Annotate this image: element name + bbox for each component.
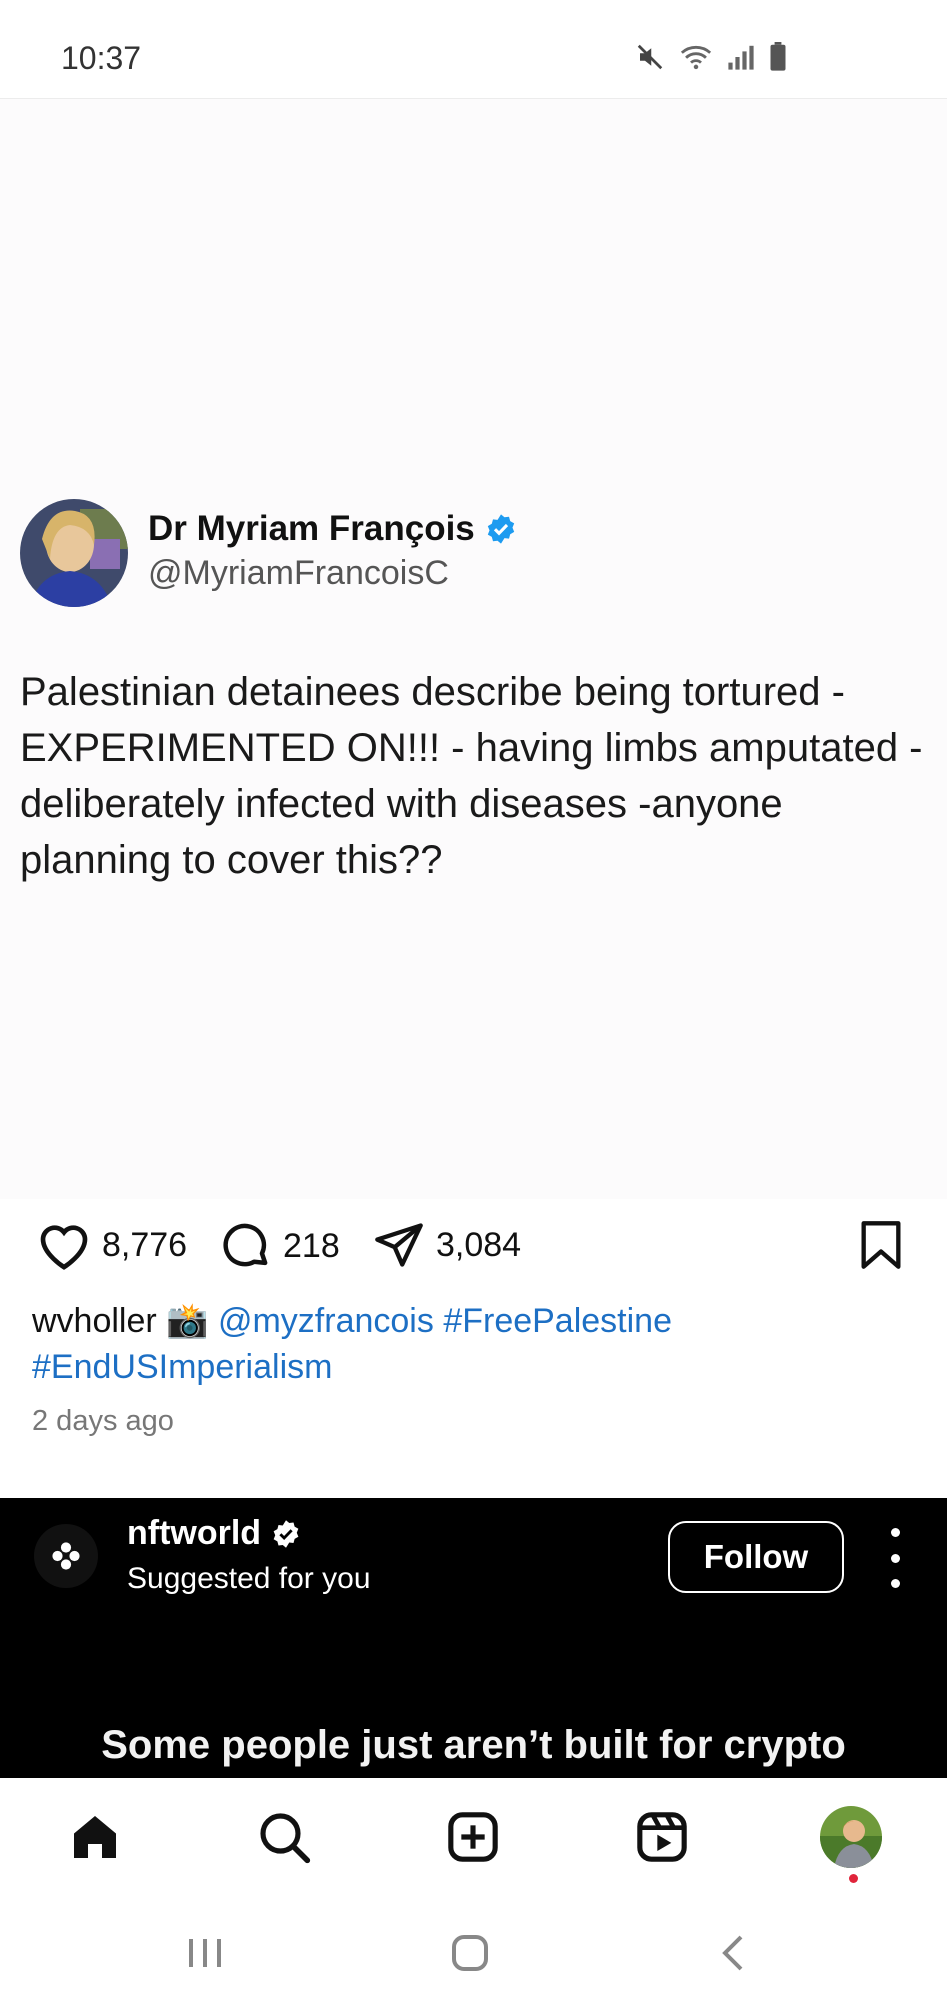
- share-count: 3,084: [436, 1225, 522, 1264]
- like-count: 8,776: [102, 1225, 188, 1264]
- author-name-text: Dr Myriam François: [148, 509, 475, 548]
- bookmark-icon: [861, 1221, 901, 1269]
- follow-button[interactable]: Follow: [668, 1521, 844, 1593]
- more-dot: [890, 1528, 900, 1537]
- home-button[interactable]: [440, 1928, 500, 1978]
- system-nav: [0, 1898, 947, 2000]
- tweet-text: Palestinian detainees describe being tor…: [20, 670, 923, 882]
- save-button[interactable]: [858, 1219, 904, 1271]
- recent-apps-button[interactable]: [175, 1928, 235, 1978]
- mute-icon: [637, 44, 663, 70]
- post-caption: wvholler 📸 @myzfrancois #FreePalestine #…: [32, 1298, 912, 1390]
- more-dot: [890, 1579, 900, 1588]
- status-time: 10:37: [61, 40, 142, 76]
- author-avatar: [20, 499, 128, 607]
- post-media[interactable]: Dr Myriam François @MyriamFrancoisC Pale…: [0, 99, 947, 1199]
- author-name: Dr Myriam François: [148, 509, 517, 549]
- author-handle: @MyriamFrancoisC: [148, 554, 449, 592]
- more-dot: [890, 1553, 900, 1563]
- profile-avatar: [820, 1806, 882, 1868]
- wifi-icon: [680, 45, 712, 70]
- comment-count: 218: [283, 1226, 340, 1265]
- post-timestamp: 2 days ago: [32, 1405, 174, 1437]
- verified-icon: [273, 1519, 299, 1548]
- back-button[interactable]: [705, 1928, 765, 1978]
- notification-dot: [849, 1874, 858, 1883]
- suggested-video-caption: Some people just aren’t built for crypto: [101, 1723, 846, 1767]
- comment-icon: [223, 1223, 268, 1267]
- nav-create[interactable]: [440, 1804, 506, 1870]
- suggested-username-text: nftworld: [127, 1514, 262, 1552]
- more-options-button[interactable]: [880, 1528, 910, 1588]
- back-icon: [722, 1935, 743, 1971]
- suggested-avatar[interactable]: [34, 1524, 98, 1588]
- status-bar: 10:37: [0, 0, 947, 99]
- caption-hashtag[interactable]: #FreePalestine: [443, 1302, 672, 1340]
- battery-icon: [770, 42, 786, 71]
- create-icon: [448, 1812, 498, 1862]
- status-icons: [635, 42, 787, 72]
- send-icon: [375, 1223, 423, 1267]
- verified-icon: [487, 514, 514, 544]
- heart-icon: [40, 1225, 88, 1270]
- action-row: 8,776 218 3,084: [0, 1205, 947, 1295]
- like-button[interactable]: 8,776: [36, 1219, 187, 1271]
- nav-home[interactable]: [62, 1804, 128, 1870]
- search-icon: [260, 1813, 311, 1864]
- bottom-nav: [0, 1778, 947, 1898]
- suggested-label: Suggested for you: [127, 1562, 371, 1595]
- home-circle-icon: [452, 1935, 488, 1971]
- reels-icon: [637, 1812, 687, 1862]
- camera-emoji: 📸: [166, 1302, 209, 1340]
- home-icon: [74, 1816, 116, 1858]
- caption-mention[interactable]: @myzfrancois: [218, 1302, 434, 1340]
- nftworld-logo-icon: [52, 1542, 80, 1570]
- suggested-post: nftworld Suggested for you Follow Some p…: [0, 1498, 947, 1778]
- suggested-username[interactable]: nftworld: [127, 1514, 301, 1553]
- caption-hashtag[interactable]: #EndUSImperialism: [32, 1348, 332, 1386]
- nav-reels[interactable]: [629, 1804, 695, 1870]
- comment-button[interactable]: 218: [219, 1219, 340, 1273]
- nav-search[interactable]: [251, 1804, 317, 1870]
- caption-username[interactable]: wvholler: [32, 1302, 157, 1340]
- signal-icon: [728, 45, 754, 70]
- share-button[interactable]: 3,084: [372, 1219, 521, 1271]
- nav-profile[interactable]: [818, 1804, 884, 1870]
- recent-apps-icon: [189, 1939, 221, 1967]
